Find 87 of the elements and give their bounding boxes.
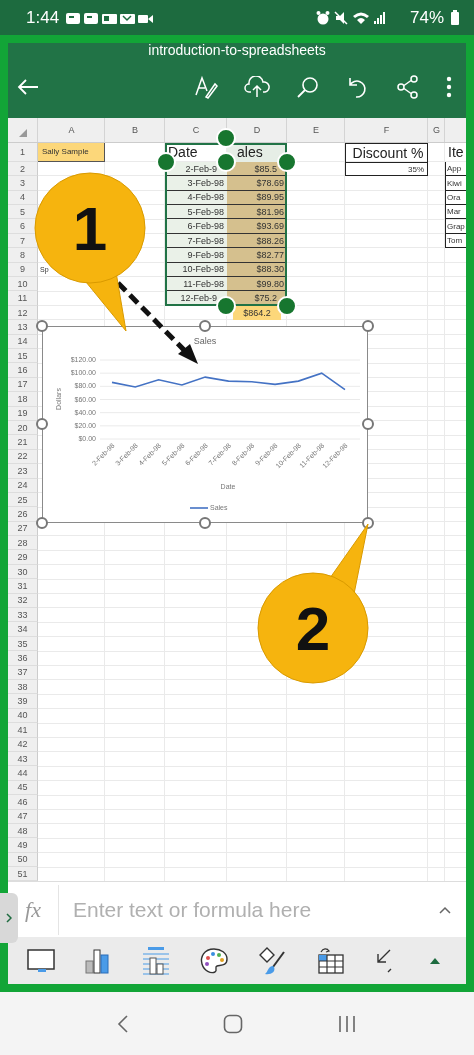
row-number[interactable]: 34 — [8, 622, 38, 637]
mute-icon — [334, 10, 348, 25]
callout-number: 1 — [72, 194, 108, 263]
column-header[interactable]: A — [68, 124, 75, 135]
column-header[interactable]: B — [132, 124, 138, 135]
row-number[interactable]: 46 — [8, 795, 38, 810]
row-number[interactable]: 6 — [8, 219, 38, 234]
row-number[interactable]: 18 — [8, 392, 38, 407]
recent-apps-icon[interactable] — [337, 1014, 357, 1033]
more-options-icon[interactable] — [446, 76, 452, 99]
paint-brush-icon[interactable] — [257, 945, 288, 976]
signal-icon — [373, 11, 385, 24]
row-number[interactable]: 8 — [8, 248, 38, 263]
alarm-icon — [316, 10, 330, 24]
table-cell: 6-Feb-98 — [165, 219, 227, 234]
table-cell: 5-Feb-98 — [165, 205, 227, 220]
row-number[interactable]: 36 — [8, 651, 38, 666]
table-cell: Ora — [445, 190, 466, 206]
row-number[interactable]: 15 — [8, 349, 38, 364]
row-number[interactable]: 28 — [8, 536, 38, 551]
row-number[interactable]: 5 — [8, 205, 38, 220]
chevron-up-icon[interactable] — [438, 904, 452, 915]
battery-icon — [450, 9, 460, 26]
row-number[interactable]: 39 — [8, 694, 38, 709]
table-cell-text: Ite — [447, 143, 465, 162]
notification-icon — [84, 12, 99, 24]
wifi-icon — [352, 12, 369, 24]
table-cell: Grap — [445, 219, 466, 234]
table-cell: 9-Feb-98 — [165, 248, 227, 263]
table-cell: $81.96 — [227, 205, 287, 220]
column-header[interactable]: D — [253, 124, 261, 135]
cloud-upload-icon[interactable] — [244, 76, 270, 99]
column-header[interactable]: F — [383, 124, 390, 135]
clock-time: 1:44 — [26, 7, 60, 28]
triangle-up-icon — [429, 957, 440, 964]
chart-title: Sales — [193, 335, 216, 346]
table-cell: 3-Feb-98 — [165, 176, 227, 191]
row-number[interactable]: 49 — [8, 838, 38, 853]
palette-icon[interactable] — [198, 946, 229, 975]
table-cell: $82.77 — [227, 248, 287, 263]
row-number[interactable]: 44 — [8, 766, 38, 781]
table-cell: Discount % — [345, 142, 428, 162]
row-number[interactable]: 29 — [8, 550, 38, 565]
row-number[interactable]: 31 — [8, 579, 38, 594]
table-cell: $78.69 — [227, 176, 287, 191]
table-cell: App — [445, 161, 466, 177]
row-number[interactable]: 16 — [8, 363, 38, 378]
column-header[interactable]: G — [433, 124, 440, 135]
drawer-handle[interactable] — [0, 893, 18, 943]
table-cell: 11-Feb-98 — [165, 277, 227, 292]
row-number[interactable]: 3 — [8, 176, 38, 191]
home-icon[interactable] — [223, 1013, 243, 1034]
table-cell: $93.69 — [227, 219, 287, 234]
callout-number: 2 — [295, 594, 331, 663]
notification-icon — [102, 13, 118, 24]
row-number[interactable]: 26 — [8, 507, 38, 522]
column-header[interactable]: C — [192, 124, 200, 135]
notification-icon — [120, 13, 136, 24]
document-title: introduction-to-spreadsheets — [147, 43, 327, 60]
row-number[interactable]: 10 — [8, 277, 38, 292]
row-number[interactable]: 21 — [8, 435, 38, 450]
row-number[interactable]: 41 — [8, 723, 38, 738]
formula-field[interactable]: Enter text or formula here — [59, 897, 438, 922]
table-cell: 12-Feb-9 — [165, 291, 227, 306]
row-number[interactable]: 13 — [8, 320, 38, 335]
monitor-icon[interactable] — [26, 946, 57, 975]
pen-icon[interactable] — [194, 75, 218, 100]
table-cell: $99.80 — [227, 277, 287, 292]
row-number[interactable]: 23 — [8, 464, 38, 479]
table-cell: Kiwi — [445, 176, 466, 191]
row-number[interactable]: 11 — [8, 291, 38, 306]
row-number[interactable]: 51 — [8, 867, 38, 882]
chart-layout-icon[interactable] — [140, 945, 171, 976]
table-cell: 35% — [345, 161, 428, 177]
video-camera-icon — [138, 14, 154, 23]
chevron-right-icon — [6, 913, 12, 923]
notification-icon — [66, 12, 81, 24]
battery-level: 74% — [409, 7, 444, 28]
row-number[interactable]: 33 — [8, 608, 38, 623]
table-cell: Mar — [445, 205, 466, 220]
legend-swatch — [188, 506, 209, 509]
table-swap-icon[interactable] — [315, 946, 346, 975]
search-icon[interactable] — [296, 75, 320, 100]
share-icon[interactable] — [396, 75, 420, 100]
table-cell: Tom — [445, 233, 466, 249]
column-header[interactable]: E — [313, 124, 319, 135]
back-icon[interactable] — [117, 1013, 129, 1034]
